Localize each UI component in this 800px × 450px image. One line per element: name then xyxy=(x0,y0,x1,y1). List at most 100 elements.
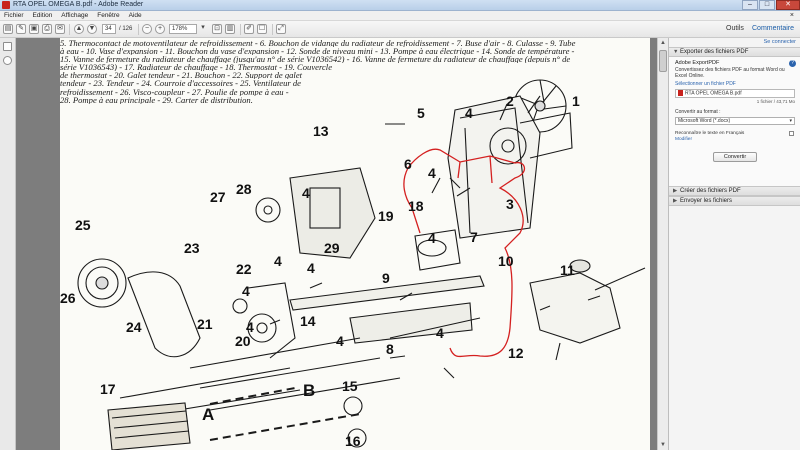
chevron-down-icon: ▼ xyxy=(673,49,679,55)
callout-7: 7 xyxy=(470,229,478,245)
timing-case-drawing xyxy=(255,167,376,259)
read-mode-icon[interactable]: ▥ xyxy=(225,24,235,34)
close-window-button[interactable]: ✕ xyxy=(776,0,800,10)
callout-15: 15 xyxy=(342,378,358,394)
toolbar-separator xyxy=(138,24,139,35)
callout-4: 4 xyxy=(274,253,282,269)
toolbar: ▤ ✎ ▣ ⎙ ✉ ▲ ▼ 34 / 126 − + 178% ▾ ⊡ ▥ ✐ … xyxy=(0,21,800,38)
menu-aide[interactable]: Aide xyxy=(125,11,145,19)
water-tube-drawing xyxy=(119,275,485,419)
callout-A: A xyxy=(202,405,214,424)
comment-icon[interactable]: ✐ xyxy=(244,24,254,34)
toolbar-separator xyxy=(272,24,273,35)
zoom-dropdown-icon[interactable]: ▾ xyxy=(199,24,207,34)
callout-4: 4 xyxy=(436,325,444,341)
callout-10: 10 xyxy=(498,253,514,269)
export-pdf-section-header[interactable]: ▼ Exporter des fichiers PDF xyxy=(669,47,800,57)
export-heading: Adobe ExportPDF xyxy=(675,60,720,66)
callout-14: 14 xyxy=(300,313,316,329)
fit-page-icon[interactable]: ⊡ xyxy=(212,24,222,34)
select-pdf-link[interactable]: Sélectionner un fichier PDF xyxy=(675,81,795,87)
callout-6: 6 xyxy=(404,156,412,172)
toolbar-separator xyxy=(69,24,70,35)
pdf-page: 5. Thermocontact de motoventilateur de r… xyxy=(60,38,650,450)
callout-8: 8 xyxy=(386,341,394,357)
print-icon[interactable]: ⎙ xyxy=(42,24,52,34)
title-bar: RTA OPEL OMEGA B.pdf - Adobe Reader – □ … xyxy=(0,0,800,11)
export-pdf-body: ? Adobe ExportPDF Convertissez des fichi… xyxy=(669,57,800,186)
send-files-section-header[interactable]: ▶ Envoyer les fichiers xyxy=(669,196,800,206)
save-icon[interactable]: ▣ xyxy=(29,24,39,34)
export-pdf-title: Exporter des fichiers PDF xyxy=(680,49,749,55)
callout-4: 4 xyxy=(428,230,436,246)
callout-1: 1 xyxy=(572,93,580,109)
next-page-icon[interactable]: ▼ xyxy=(87,24,97,34)
callout-28: 28 xyxy=(236,181,252,197)
page-number-input[interactable]: 34 xyxy=(102,24,116,34)
ocr-checkbox[interactable] xyxy=(789,131,794,136)
open-icon[interactable]: ▤ xyxy=(3,24,13,34)
pdf-file-icon xyxy=(678,90,683,96)
send-files-title: Envoyer les fichiers xyxy=(680,198,733,204)
callout-26: 26 xyxy=(60,290,76,306)
create-pdf-icon[interactable]: ✎ xyxy=(16,24,26,34)
format-select[interactable]: Microsoft Word (*.docx) ▾ xyxy=(675,117,795,125)
callout-12: 12 xyxy=(508,345,524,361)
convert-button[interactable]: Convertir xyxy=(713,152,757,162)
menu-affichage[interactable]: Affichage xyxy=(57,11,91,19)
callout-11: 11 xyxy=(560,262,575,278)
callout-27: 27 xyxy=(210,189,226,205)
minimize-button[interactable]: – xyxy=(742,0,758,10)
menu-fichier[interactable]: Fichier xyxy=(0,11,27,19)
adobe-reader-icon xyxy=(2,1,10,9)
valve-drawing xyxy=(343,396,363,416)
scroll-thumb[interactable] xyxy=(659,50,667,72)
callout-4: 4 xyxy=(336,333,344,349)
previous-page-icon[interactable]: ▲ xyxy=(74,24,84,34)
cooling-system-diagram: 1 2 3 4 4 4 4 4 4 4 4 4 4 5 6 7 8 9 10 1… xyxy=(60,79,646,450)
callout-4: 4 xyxy=(242,283,250,299)
maximize-button[interactable]: □ xyxy=(759,0,775,10)
window-title: RTA OPEL OMEGA B.pdf - Adobe Reader xyxy=(13,1,144,8)
scroll-down-icon[interactable]: ▼ xyxy=(659,441,667,449)
callout-13: 13 xyxy=(313,123,329,139)
scroll-up-icon[interactable]: ▲ xyxy=(659,39,667,47)
zoom-input[interactable]: 178% xyxy=(169,24,197,34)
attachments-icon[interactable] xyxy=(3,56,12,65)
tab-commentaire[interactable]: Commentaire xyxy=(752,25,794,32)
page-total: / 126 xyxy=(119,26,133,32)
expansion-tank-drawing xyxy=(529,259,646,344)
tab-outils[interactable]: Outils xyxy=(726,25,744,32)
format-select-value: Microsoft Word (*.docx) xyxy=(678,118,731,124)
callout-4: 4 xyxy=(465,105,473,121)
sign-in-link[interactable]: Se connecter xyxy=(669,38,800,47)
help-icon[interactable]: ? xyxy=(789,60,796,67)
selected-file-name: RTA OPEL OMEGA B.pdf xyxy=(685,90,742,97)
expand-icon[interactable]: ⤢ xyxy=(276,24,286,34)
belt-drawing xyxy=(127,271,201,358)
zoom-out-icon[interactable]: − xyxy=(142,24,152,34)
viscous-fan-drawing xyxy=(77,258,127,308)
vertical-scrollbar[interactable]: ▲ ▼ xyxy=(657,38,668,450)
zoom-in-icon[interactable]: + xyxy=(155,24,165,34)
ocr-text: Reconnaître le texte en Français xyxy=(675,131,745,136)
selected-file[interactable]: RTA OPEL OMEGA B.pdf xyxy=(675,89,795,98)
chevron-right-icon: ▶ xyxy=(673,188,678,194)
page-thumbnails-icon[interactable] xyxy=(3,42,12,51)
window-controls: – □ ✕ xyxy=(741,0,800,11)
callout-20: 20 xyxy=(235,333,251,349)
menu-edition[interactable]: Edition xyxy=(28,11,55,19)
callout-4: 4 xyxy=(428,165,436,181)
sticky-note-icon[interactable]: ☐ xyxy=(257,24,267,34)
create-pdf-section-header[interactable]: ▶ Créer des fichiers PDF xyxy=(669,186,800,196)
close-document-icon[interactable]: × xyxy=(786,11,797,19)
email-icon[interactable]: ✉ xyxy=(55,24,65,34)
callout-16: 16 xyxy=(345,433,361,449)
menu-fenetre[interactable]: Fenêtre xyxy=(93,11,122,19)
ocr-modify-link[interactable]: Modifier xyxy=(675,137,692,142)
document-viewer[interactable]: 5. Thermocontact de motoventilateur de r… xyxy=(16,38,668,450)
chevron-right-icon: ▶ xyxy=(673,198,678,204)
thermostat-drawing xyxy=(414,229,461,271)
tools-panel: Se connecter ▼ Exporter des fichiers PDF … xyxy=(668,38,800,450)
callout-29: 29 xyxy=(324,240,340,256)
